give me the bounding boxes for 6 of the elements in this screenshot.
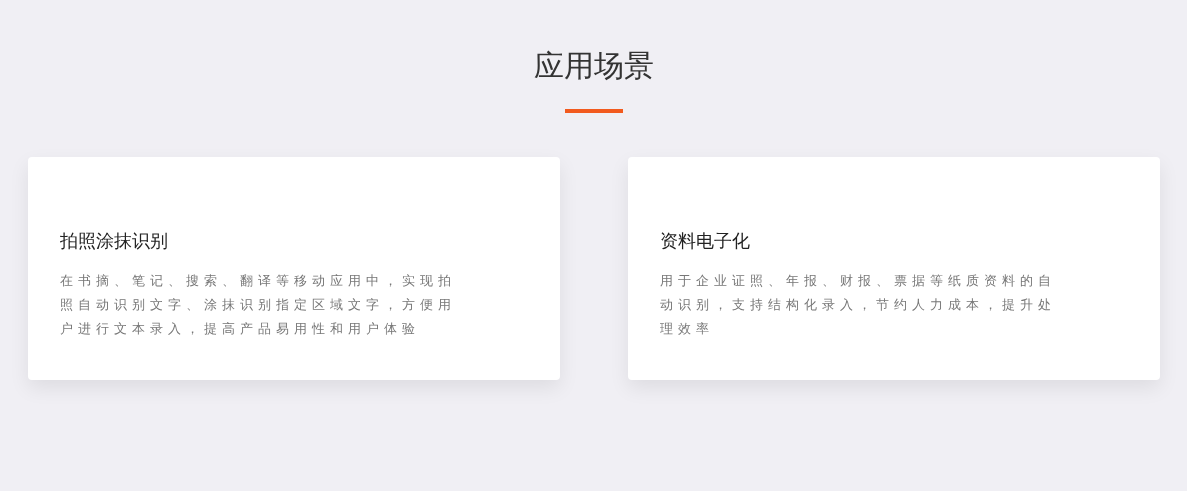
card-description: 在书摘、笔记、搜索、翻译等移动应用中，实现拍照自动识别文字、涂抹识别指定区域文字，方便用户进行文本录入，提高产品易用性和用户体验 xyxy=(60,272,457,338)
card-description: 用于企业证照、年报、财报、票据等纸质资料的自动识别，支持结构化录入，节约人力成本，提升处理效率 xyxy=(660,272,1057,338)
card-title: 拍照涂抹识别 xyxy=(60,229,169,253)
card-title: 资料电子化 xyxy=(660,229,751,253)
title-underline xyxy=(564,109,623,113)
section-title: 应用场景 xyxy=(533,48,654,84)
